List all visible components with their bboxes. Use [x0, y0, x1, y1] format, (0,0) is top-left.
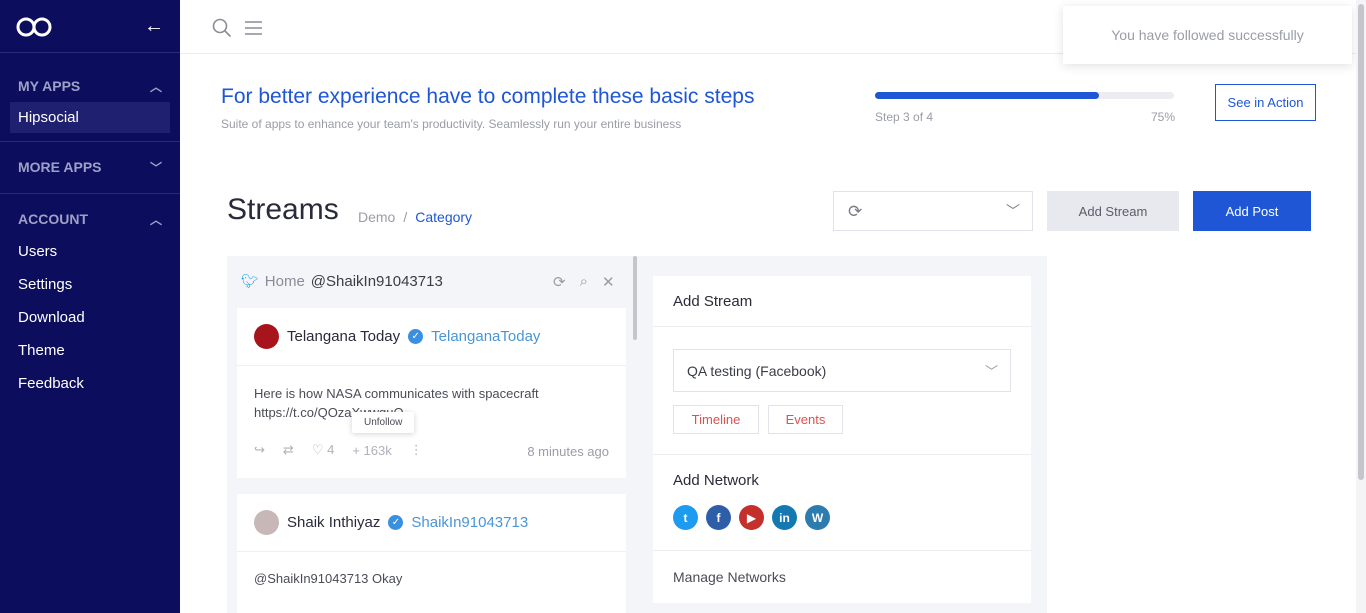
post-author-name[interactable]: Shaik Inthiyaz	[287, 514, 380, 531]
column-account: @ShaikIn91043713	[310, 273, 443, 290]
sidebar-item-hipsocial[interactable]: Hipsocial	[10, 102, 170, 133]
sidebar-section-header[interactable]: MY APPS ︿	[0, 70, 180, 102]
breadcrumb-demo[interactable]: Demo	[358, 209, 395, 225]
sidebar-section-header[interactable]: ACCOUNT ︿	[0, 203, 180, 235]
chevron-down-icon: ﹀	[984, 364, 998, 379]
manage-networks-link[interactable]: Manage Networks	[673, 569, 786, 585]
add-stream-panel: Add Stream QA testing (Facebook) ﹀ Timel…	[653, 276, 1031, 603]
wordpress-icon[interactable]: W	[805, 505, 830, 530]
progress-fill	[875, 92, 1100, 99]
chevron-down-icon: ﹀	[1006, 203, 1020, 219]
retweet-icon[interactable]: ⇄	[283, 442, 294, 458]
sidebar-section-my-apps: MY APPS ︿ Hipsocial	[0, 53, 180, 142]
page-title: Streams	[227, 193, 339, 226]
close-icon[interactable]: ✕	[602, 273, 615, 291]
onboarding-subtitle: Suite of apps to enhance your team's pro…	[221, 117, 682, 131]
post-time: 8 minutes ago	[527, 444, 609, 459]
heart-icon: ♡	[311, 442, 324, 457]
breadcrumb-category[interactable]: Category	[415, 209, 472, 225]
post-card: Telangana Today ✓ TelanganaToday Here is…	[237, 308, 626, 478]
reply-icon[interactable]: ↪	[254, 442, 265, 458]
chevron-up-icon: ︿	[149, 212, 162, 227]
sidebar-item-feedback[interactable]: Feedback	[0, 367, 180, 400]
onboarding-title: For better experience have to complete t…	[221, 85, 755, 108]
plus-icon: +	[352, 442, 360, 458]
sidebar-header: ←	[0, 0, 180, 53]
more-icon[interactable]: ⋮	[410, 442, 423, 458]
follower-count: 163k	[363, 442, 392, 458]
page-scrollbar[interactable]	[1356, 0, 1366, 613]
post-actions: ↪ ⇄ ♡ 4 + 163k ⋮	[254, 442, 423, 458]
post-card: Shaik Inthiyaz ✓ ShaikIn91043713 @ShaikI…	[237, 494, 626, 613]
stream-column-header: 🐦︎ Home @ShaikIn91043713	[241, 273, 443, 290]
verified-icon: ✓	[408, 329, 424, 344]
sidebar-item-settings[interactable]: Settings	[0, 268, 180, 301]
logo-icon[interactable]	[16, 17, 52, 37]
linkedin-icon[interactable]: in	[772, 505, 797, 530]
divider	[653, 550, 1031, 551]
account-select-value: QA testing (Facebook)	[687, 362, 827, 379]
verified-icon: ✓	[388, 515, 404, 530]
twitter-icon[interactable]: t	[673, 505, 698, 530]
sidebar-section-header[interactable]: MORE APPS ﹀	[0, 151, 180, 183]
chevron-up-icon: ︿	[149, 79, 162, 94]
step-label: Step 3 of 4	[875, 110, 934, 124]
avatar[interactable]	[254, 510, 279, 535]
post-author-handle[interactable]: TelanganaToday	[431, 328, 540, 345]
post-header: Telangana Today ✓ TelanganaToday	[237, 308, 626, 366]
stream-select[interactable]: ⟳ ﹀	[833, 191, 1033, 231]
post-author-handle[interactable]: ShaikIn91043713	[411, 514, 528, 531]
network-icons: t f ▶ in W	[673, 505, 830, 530]
breadcrumb: Demo / Category	[358, 209, 472, 225]
like-count: 4	[327, 442, 335, 457]
tooltip: Unfollow	[352, 412, 415, 433]
breadcrumb-separator: /	[403, 209, 408, 225]
search-icon[interactable]: ⌕	[580, 273, 588, 291]
timeline-button[interactable]: Timeline	[673, 405, 759, 434]
stream-column: 🐦︎ Home @ShaikIn91043713 ⟳ ⌕ ✕ Telangana…	[227, 256, 637, 613]
sidebar-section-more-apps: MORE APPS ﹀	[0, 142, 180, 194]
divider	[653, 454, 1031, 455]
sidebar-item-download[interactable]: Download	[0, 301, 180, 334]
post-text: @ShaikIn91043713 Okay	[254, 571, 403, 586]
post-text: Here is how NASA communicates with space…	[254, 386, 539, 420]
add-network-title: Add Network	[673, 472, 759, 489]
add-post-button[interactable]: Add Post	[1193, 191, 1311, 231]
post-header: Shaik Inthiyaz ✓ ShaikIn91043713	[237, 494, 626, 552]
toast-notification: You have followed successfully	[1063, 6, 1352, 64]
sidebar-item-users[interactable]: Users	[0, 235, 180, 268]
refresh-icon[interactable]: ⟳	[848, 202, 862, 222]
account-select[interactable]: QA testing (Facebook) ﹀	[673, 349, 1011, 392]
stream-column-actions: ⟳ ⌕ ✕	[553, 273, 615, 291]
refresh-icon[interactable]: ⟳	[553, 273, 566, 291]
add-stream-button[interactable]: Add Stream	[1047, 191, 1179, 231]
column-label: Home	[264, 273, 305, 290]
onboarding-progress-bar	[875, 92, 1174, 99]
percent-label: 75%	[1151, 110, 1176, 124]
search-icon[interactable]	[212, 18, 232, 38]
avatar[interactable]	[254, 324, 279, 349]
sidebar-item-theme[interactable]: Theme	[0, 334, 180, 367]
chevron-down-icon: ﹀	[149, 160, 162, 175]
sidebar: ← MY APPS ︿ Hipsocial MORE APPS ﹀ ACCOUN…	[0, 0, 180, 613]
facebook-icon[interactable]: f	[706, 505, 731, 530]
unfollow-button[interactable]: + 163k	[352, 443, 391, 458]
sidebar-section-account: ACCOUNT ︿ Users Settings Download Theme …	[0, 194, 180, 409]
panel-title: Add Stream	[673, 293, 753, 310]
events-button[interactable]: Events	[768, 405, 843, 434]
page-scrollbar-thumb[interactable]	[1358, 4, 1364, 480]
post-author-name[interactable]: Telangana Today	[287, 328, 400, 345]
youtube-icon[interactable]: ▶	[739, 505, 764, 530]
divider	[653, 326, 1031, 327]
add-stream-panel-wrapper: Add Stream QA testing (Facebook) ﹀ Timel…	[637, 256, 1047, 613]
like-button[interactable]: ♡ 4	[312, 442, 335, 458]
see-in-action-button[interactable]: See in Action	[1215, 84, 1316, 121]
twitter-icon: 🐦︎	[241, 273, 259, 289]
collapse-sidebar-icon[interactable]: ←	[144, 15, 164, 38]
menu-icon[interactable]	[245, 21, 262, 35]
